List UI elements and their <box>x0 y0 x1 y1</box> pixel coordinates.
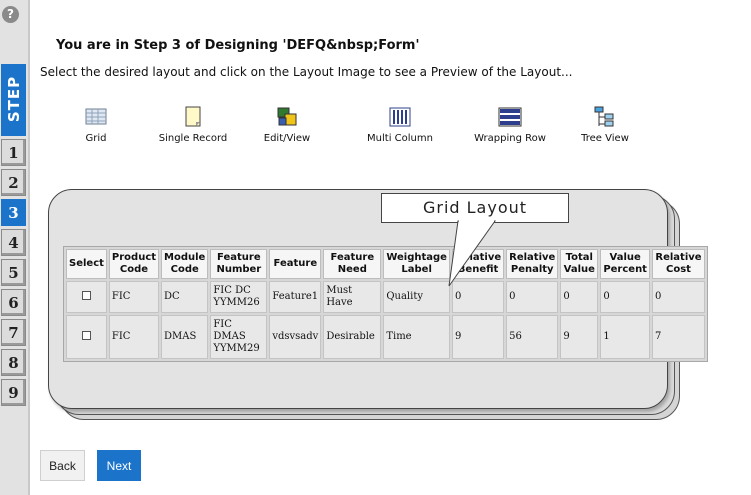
preview-grid-table: Select Product Code Module Code Feature Number… <box>63 246 708 362</box>
column-header-text: Code <box>119 264 149 275</box>
step-2-button[interactable]: 2 <box>1 169 26 196</box>
table-cell: 0 <box>506 281 559 313</box>
table-cell: FIC <box>108 315 160 359</box>
table-cell: 9 <box>451 315 505 359</box>
column-header-text: Relative <box>454 252 502 263</box>
column-header: Value Percent <box>600 249 650 279</box>
column-header-text: Relative <box>655 252 702 263</box>
row-select-checkbox[interactable] <box>81 290 91 300</box>
layout-option-tree-view[interactable]: Tree View <box>550 106 660 144</box>
step-label-text: STEP <box>5 75 23 123</box>
step-4-button[interactable]: 4 <box>1 229 26 256</box>
table-cell: FIC <box>108 281 160 313</box>
layout-label: Wrapping Row <box>474 133 546 144</box>
tree-view-icon[interactable] <box>593 106 617 128</box>
column-header-text: Select <box>69 258 104 269</box>
step-5-button[interactable]: 5 <box>1 259 26 286</box>
layout-label: Tree View <box>581 133 629 144</box>
column-header-text: Percent <box>603 264 647 275</box>
step-rail: ? STEP 1 2 3 4 5 6 7 8 9 <box>0 0 30 495</box>
step-label: STEP <box>1 64 26 136</box>
table-cell: FIC DC YYMM26 <box>210 281 268 313</box>
table-cell: 56 <box>506 315 559 359</box>
column-header: Total Value <box>560 249 599 279</box>
row-select-checkbox[interactable] <box>81 330 91 340</box>
layout-callout: Grid Layout <box>381 193 569 223</box>
page-title: You are in Step 3 of Designing 'DEFQ&nbs… <box>56 38 420 53</box>
step-9-button[interactable]: 9 <box>1 379 26 406</box>
column-header: Relative Cost <box>651 249 705 279</box>
step-8-button[interactable]: 8 <box>1 349 26 376</box>
layout-option-wrapping-row[interactable]: Wrapping Row <box>455 106 565 144</box>
column-header-text: Value <box>563 264 595 275</box>
column-header: Relative Penalty <box>506 249 559 279</box>
column-header-text: Penalty <box>510 264 554 275</box>
column-header: Feature <box>269 249 322 279</box>
column-header: Select <box>66 249 107 279</box>
wrapping-row-icon[interactable] <box>498 106 522 128</box>
column-header: Product Code <box>108 249 160 279</box>
column-header-text: Feature <box>330 252 375 263</box>
column-header: Module Code <box>161 249 209 279</box>
table-cell: Time <box>383 315 450 359</box>
layout-label: Grid <box>85 133 107 144</box>
grid-icon[interactable] <box>84 106 108 128</box>
table-cell: DC <box>161 281 209 313</box>
column-header-text: Number <box>216 264 262 275</box>
step-6-button[interactable]: 6 <box>1 289 26 316</box>
single-record-icon[interactable] <box>181 106 205 128</box>
column-header-text: Relative <box>509 252 556 263</box>
layout-option-grid[interactable]: Grid <box>41 106 151 144</box>
row-select-cell <box>66 315 107 359</box>
step-3-button[interactable]: 3 <box>1 199 26 226</box>
back-button[interactable]: Back <box>40 450 85 481</box>
multi-column-icon[interactable] <box>388 106 412 128</box>
column-header-text: Feature <box>273 258 318 269</box>
table-cell: FIC DMAS YYMM29 <box>210 315 268 359</box>
table-row: FIC DMAS FIC DMAS YYMM29 vdsvsadv Desirable T… <box>66 315 705 359</box>
edit-view-icon[interactable] <box>275 106 299 128</box>
table-cell: Feature1 <box>269 281 322 313</box>
column-header-text: Benefit <box>457 264 499 275</box>
next-button[interactable]: Next <box>97 450 141 481</box>
table-cell: 0 <box>560 281 599 313</box>
help-icon[interactable]: ? <box>2 6 19 23</box>
table-cell: DMAS <box>161 315 209 359</box>
table-cell: 1 <box>600 315 650 359</box>
row-select-cell <box>66 281 107 313</box>
column-header-text: Code <box>170 264 199 275</box>
column-header-text: Label <box>401 264 432 275</box>
table-cell: Must Have <box>323 281 382 313</box>
column-header: Relative Benefit <box>451 249 505 279</box>
column-header-text: Total <box>565 252 593 263</box>
table-cell: 7 <box>651 315 705 359</box>
table-cell: 0 <box>451 281 505 313</box>
column-header-text: Weightage <box>386 252 447 263</box>
table-row: FIC DC FIC DC YYMM26 Feature1 Must Have Quali… <box>66 281 705 313</box>
table-cell: 0 <box>600 281 650 313</box>
table-cell: 0 <box>651 281 705 313</box>
column-header-text: Need <box>337 264 367 275</box>
table-cell: Desirable <box>323 315 382 359</box>
column-header-text: Value <box>609 252 641 263</box>
layout-label: Multi Column <box>367 133 433 144</box>
table-cell: vdsvsadv <box>269 315 322 359</box>
column-header: Weightage Label <box>383 249 450 279</box>
column-header: Feature Need <box>323 249 382 279</box>
layout-option-edit-view[interactable]: Edit/View <box>232 106 342 144</box>
column-header-text: Product <box>111 252 157 263</box>
layout-label: Edit/View <box>263 133 311 144</box>
table-cell: 9 <box>560 315 599 359</box>
layout-option-multi-column[interactable]: Multi Column <box>345 106 455 144</box>
instruction-text: Select the desired layout and click on t… <box>40 65 573 79</box>
table-cell: Quality <box>383 281 450 313</box>
column-header-text: Cost <box>665 264 691 275</box>
column-header-text: Feature <box>217 252 261 263</box>
step-7-button[interactable]: 7 <box>1 319 26 346</box>
column-header: Feature Number <box>210 249 268 279</box>
step-1-button[interactable]: 1 <box>1 139 26 166</box>
column-header-text: Module <box>164 252 206 263</box>
